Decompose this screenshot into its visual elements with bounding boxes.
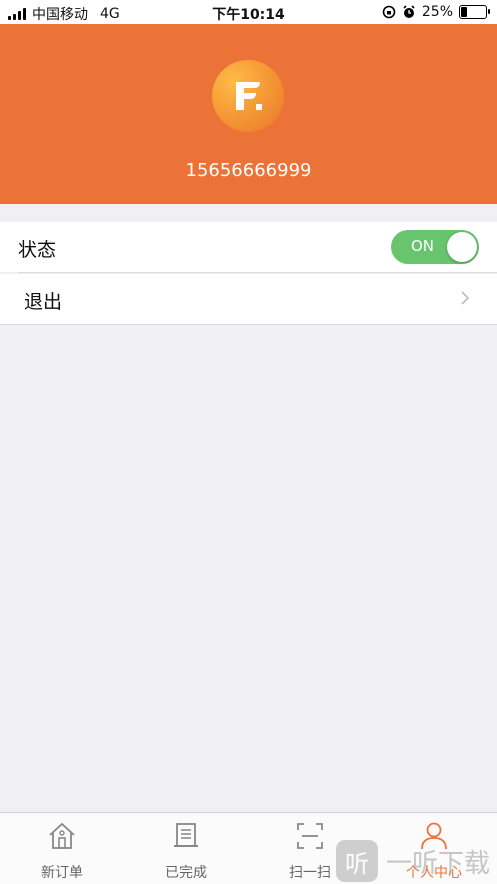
tab-new-orders[interactable]: 新订单 [0, 813, 124, 884]
watermark-logo: 听 [336, 840, 378, 882]
tab-completed[interactable]: 已完成 [124, 813, 248, 884]
battery-icon [459, 5, 490, 19]
home-icon [49, 822, 75, 849]
logout-row[interactable]: 退出 [0, 274, 497, 324]
app-logo [212, 60, 284, 132]
status-right: 25% [382, 4, 490, 20]
watermark: 听 一听下载 [336, 840, 490, 882]
divider [18, 272, 497, 273]
status-row: 状态 ON [0, 222, 497, 272]
alarm-icon [403, 5, 415, 18]
toggle-on-text: ON [411, 237, 435, 255]
divider [0, 324, 497, 325]
scan-icon [297, 823, 323, 849]
tab-label: 新订单 [41, 865, 83, 881]
logout-label: 退出 [24, 291, 63, 313]
document-icon [174, 823, 198, 847]
toggle-knob [447, 232, 477, 262]
rotation-lock-icon [382, 5, 396, 19]
battery-percent: 25% [421, 4, 453, 20]
status-label: 状态 [18, 239, 57, 261]
status-bar: 中国移动 4G 下午10:14 25% [0, 0, 497, 24]
logo-f-icon [236, 82, 262, 110]
user-phone: 15656666999 [185, 160, 312, 181]
watermark-text: 一听下载 [386, 848, 491, 879]
tab-label: 已完成 [165, 865, 207, 881]
profile-header: 15656666999 [0, 24, 497, 204]
chevron-right-icon [461, 291, 470, 305]
status-toggle[interactable]: ON [391, 230, 479, 264]
